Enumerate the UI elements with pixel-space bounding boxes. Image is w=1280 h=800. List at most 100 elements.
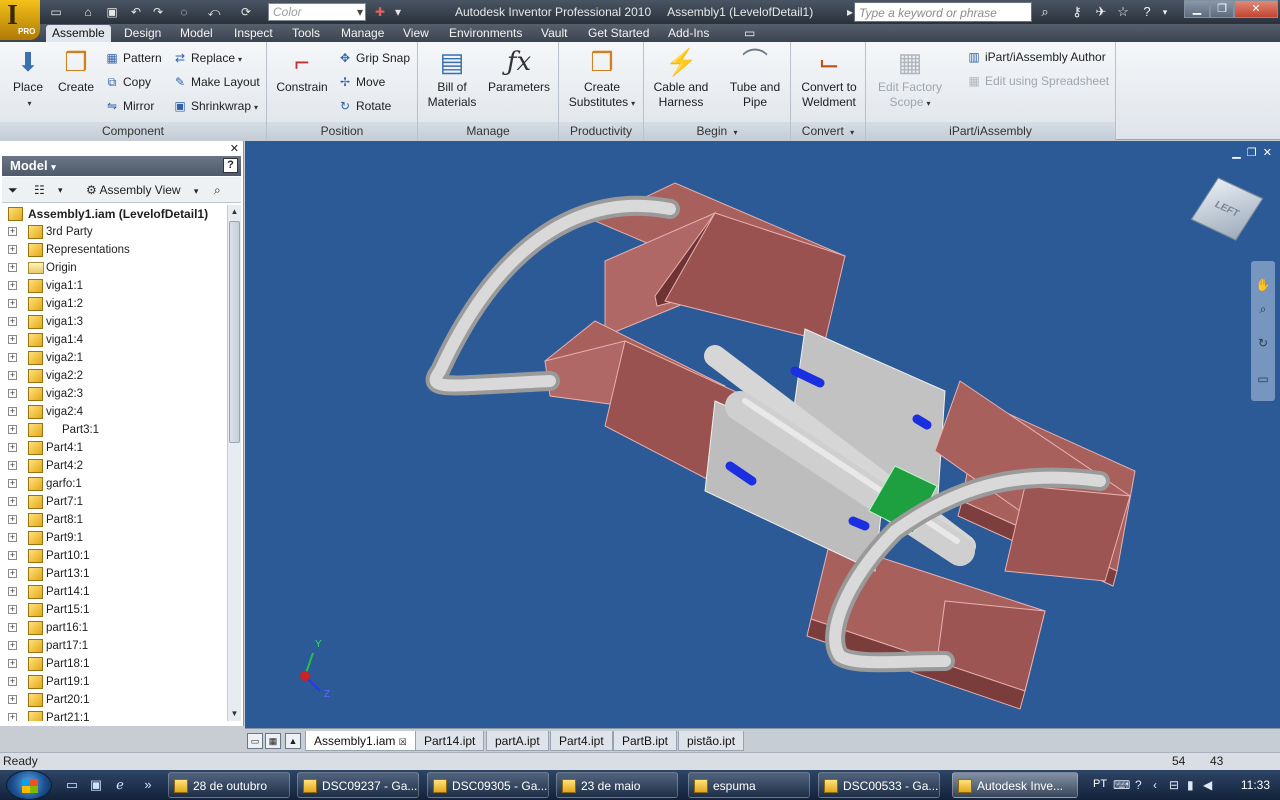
search-input[interactable]: Type a keyword or phrase bbox=[854, 2, 1032, 22]
look-at-icon[interactable]: ▭ bbox=[1255, 371, 1271, 387]
make-layout-button[interactable]: ✎ Make Layout bbox=[172, 72, 260, 92]
expand-icon[interactable]: + bbox=[8, 317, 17, 326]
expand-icon[interactable]: + bbox=[8, 407, 17, 416]
favorites-icon[interactable]: ☆ bbox=[1114, 4, 1132, 20]
redo-icon[interactable]: ↷ bbox=[150, 4, 166, 20]
taskbar-item-active[interactable]: Autodesk Inve... bbox=[952, 772, 1078, 798]
expand-icon[interactable]: + bbox=[8, 587, 17, 596]
desktop-icon[interactable]: ▣ bbox=[88, 777, 104, 793]
restore-icon[interactable]: ❐ bbox=[1247, 147, 1257, 159]
expand-icon[interactable]: + bbox=[8, 335, 17, 344]
rails[interactable] bbox=[704, 328, 976, 572]
update-icon[interactable]: ⟳ bbox=[238, 4, 254, 20]
expand-icon[interactable]: + bbox=[8, 533, 17, 542]
select-icon[interactable]: ◌ bbox=[176, 4, 192, 20]
filter-icon[interactable]: ⏷ bbox=[8, 181, 18, 199]
quick-access-dropdown-icon[interactable]: ▾ bbox=[390, 4, 406, 20]
edit-spreadsheet-button[interactable]: ▦ Edit using Spreadsheet bbox=[966, 71, 1109, 91]
expand-icon[interactable]: + bbox=[8, 371, 17, 380]
maximize-button[interactable]: ❐ bbox=[1210, 0, 1234, 18]
cable-harness-button[interactable]: ⚡ Cable and Harness bbox=[648, 46, 714, 110]
doc-tab-part4[interactable]: Part4.ipt bbox=[550, 731, 613, 751]
browser-scrollbar[interactable]: ▲ ▼ bbox=[227, 205, 241, 721]
help-icon[interactable]: ? bbox=[223, 158, 238, 173]
taskbar-item[interactable]: DSC00533 - Ga... bbox=[818, 772, 940, 798]
expand-icon[interactable]: + bbox=[8, 641, 17, 650]
taskbar-item[interactable]: 28 de outubro bbox=[168, 772, 290, 798]
power-icon[interactable]: ▮ bbox=[1187, 778, 1194, 792]
orbit-icon[interactable]: ↻ bbox=[1255, 335, 1271, 351]
convert-to-weldment-button[interactable]: ⌙ Convert to Weldment bbox=[795, 46, 863, 110]
clock[interactable]: 11:33 bbox=[1241, 778, 1270, 792]
constrain-button[interactable]: ⌐ Constrain bbox=[275, 46, 329, 95]
browser-header[interactable]: Model ▾ ? bbox=[2, 156, 241, 176]
assembly-view-select[interactable]: ⚙ Assembly View ▾ bbox=[86, 181, 198, 200]
grip-snap-button[interactable]: ✥ Grip Snap bbox=[337, 48, 410, 68]
expand-icon[interactable]: + bbox=[8, 425, 17, 434]
parameters-button[interactable]: ƒx Parameters bbox=[486, 46, 552, 95]
tab-design[interactable]: Design bbox=[118, 25, 167, 42]
tree-options-icon[interactable]: ☷ bbox=[34, 181, 45, 199]
expand-icon[interactable]: + bbox=[8, 389, 17, 398]
undo-icon[interactable]: ↶ bbox=[128, 4, 144, 20]
expand-icon[interactable]: + bbox=[8, 695, 17, 704]
copy-button[interactable]: ⧉ Copy bbox=[104, 72, 151, 92]
rotate-button[interactable]: ↻ Rotate bbox=[337, 96, 391, 116]
chevron-down-icon[interactable]: ▾ bbox=[58, 181, 63, 199]
tab-manage[interactable]: Manage bbox=[335, 25, 390, 42]
minimize-icon[interactable]: ▁ bbox=[1232, 147, 1240, 159]
internet-explorer-icon[interactable]: ℯ bbox=[112, 777, 128, 793]
tab-inspect[interactable]: Inspect bbox=[228, 25, 279, 42]
replace-button[interactable]: ⇄ Replace ▾ bbox=[172, 48, 242, 68]
close-icon[interactable]: ✕ bbox=[1263, 147, 1272, 159]
place-button[interactable]: ⬇ Place ▾ bbox=[6, 46, 50, 111]
help-icon[interactable]: ? bbox=[1138, 4, 1156, 20]
keyboard-icon[interactable]: ⌨ bbox=[1113, 778, 1130, 792]
key-icon[interactable]: ⚷ bbox=[1068, 4, 1086, 20]
tab-add-ins[interactable]: Add-Ins bbox=[662, 25, 715, 42]
edit-factory-scope-button[interactable]: ▦ Edit Factory Scope ▾ bbox=[874, 46, 946, 111]
expand-icon[interactable]: + bbox=[8, 443, 17, 452]
expand-icon[interactable]: + bbox=[8, 623, 17, 632]
taskbar-item[interactable]: DSC09305 - Ga... bbox=[427, 772, 549, 798]
show-hidden-icons-icon[interactable]: ‹ bbox=[1153, 778, 1157, 792]
tab-tools[interactable]: Tools bbox=[286, 25, 326, 42]
tab-model[interactable]: Model bbox=[174, 25, 219, 42]
tile-windows-icon[interactable]: ▭ bbox=[247, 733, 263, 749]
shrinkwrap-button[interactable]: ▣ Shrinkwrap ▾ bbox=[172, 96, 258, 116]
scrollbar-thumb[interactable] bbox=[229, 221, 240, 443]
create-substitutes-button[interactable]: ❒ Create Substitutes ▾ bbox=[567, 46, 637, 111]
expand-icon[interactable]: + bbox=[8, 263, 17, 272]
close-icon[interactable]: ☒ bbox=[399, 737, 407, 747]
expand-icon[interactable]: + bbox=[8, 281, 17, 290]
minimize-button[interactable]: ▁ bbox=[1184, 0, 1210, 18]
expand-icon[interactable]: + bbox=[8, 713, 17, 721]
taskbar-item[interactable]: 23 de maio bbox=[556, 772, 678, 798]
expand-icon[interactable]: + bbox=[8, 227, 17, 236]
doc-tab-assembly1[interactable]: Assembly1.iam ☒ bbox=[305, 731, 416, 751]
tab-vault[interactable]: Vault bbox=[535, 25, 573, 42]
tab-environments[interactable]: Environments bbox=[443, 25, 528, 42]
doc-tab-partb[interactable]: PartB.ipt bbox=[613, 731, 678, 751]
open-icon[interactable]: ⌂ bbox=[80, 4, 96, 20]
expand-icon[interactable]: + bbox=[8, 569, 17, 578]
doc-tab-part14[interactable]: Part14.ipt bbox=[415, 731, 485, 751]
mirror-button[interactable]: ⇋ Mirror bbox=[104, 96, 154, 116]
panel-convert-label[interactable]: Convert ▾ bbox=[791, 122, 865, 140]
application-menu-button[interactable]: I PRO bbox=[0, 0, 40, 40]
ipart-author-button[interactable]: ▥ iPart/iAssembly Author bbox=[966, 47, 1105, 67]
browser-close-icon[interactable]: ✕ bbox=[230, 142, 239, 155]
comm-center-icon[interactable]: ✈ bbox=[1092, 4, 1110, 20]
return-icon[interactable]: ⤺ bbox=[206, 4, 222, 20]
ribbon-minimize-icon[interactable]: ▭ bbox=[738, 25, 761, 42]
pattern-button[interactable]: ▦ Pattern bbox=[104, 48, 161, 68]
expand-icon[interactable]: + bbox=[8, 245, 17, 254]
doc-tab-pistao[interactable]: pistão.ipt bbox=[678, 731, 745, 751]
color-select[interactable]: Color ▾ bbox=[268, 3, 366, 21]
expand-icon[interactable]: + bbox=[8, 461, 17, 470]
expand-icon[interactable]: + bbox=[8, 299, 17, 308]
help-dropdown-icon[interactable]: ▾ bbox=[1156, 4, 1174, 20]
expand-icon[interactable]: + bbox=[8, 515, 17, 524]
start-button[interactable] bbox=[6, 770, 52, 800]
expand-icon[interactable]: + bbox=[8, 353, 17, 362]
